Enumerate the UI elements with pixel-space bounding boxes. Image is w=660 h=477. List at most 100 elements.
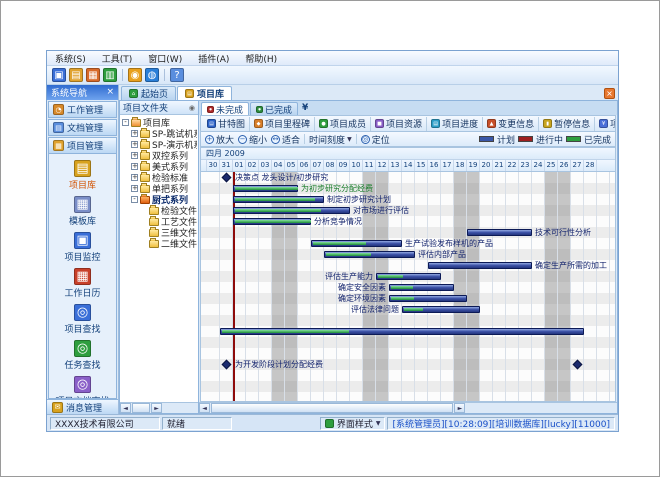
tree-expander-icon[interactable]: + xyxy=(131,152,138,159)
view-button[interactable]: ▲变更信息 xyxy=(483,117,539,131)
calendar-icon[interactable]: ▦ xyxy=(86,68,100,82)
view-button-label: 项目成员 xyxy=(330,117,366,130)
gantt-bar[interactable] xyxy=(233,218,311,225)
time-scale-label: 时间刻度 xyxy=(309,133,345,146)
document-tab[interactable]: ⌂起始页 xyxy=(121,86,176,100)
scroll-right-icon[interactable]: ► xyxy=(454,403,465,413)
close-tab-icon[interactable]: × xyxy=(604,88,615,99)
tree-expander-icon[interactable]: + xyxy=(131,185,138,192)
tree-scroll-thumb[interactable] xyxy=(132,403,150,413)
gantt-bar-progress xyxy=(326,253,371,256)
sidebar-item[interactable]: ▤项目库 xyxy=(69,160,96,191)
tree-expander-icon[interactable]: - xyxy=(131,196,138,203)
gantt-bar[interactable] xyxy=(428,262,532,269)
close-icon[interactable]: × xyxy=(106,88,114,97)
zoom-in-button[interactable]: + 放大 xyxy=(205,133,234,146)
day-cell: 22 xyxy=(506,160,519,171)
scroll-right-icon[interactable]: ► xyxy=(151,403,162,413)
window-icon[interactable]: ▣ xyxy=(52,68,66,82)
view-button[interactable]: ●项目成员 xyxy=(315,117,371,131)
gantt-bar[interactable] xyxy=(233,196,324,203)
chevron-down-icon: ▼ xyxy=(347,136,352,143)
view-button[interactable]: ■项目资源 xyxy=(371,117,427,131)
view-button[interactable]: ▤甘特图 xyxy=(203,117,250,131)
sidebar-item[interactable]: ◎项目查找 xyxy=(64,304,100,335)
gantt-bar-progress xyxy=(235,209,321,212)
view-button[interactable]: ¥项目预算 xyxy=(595,117,616,131)
fit-label: 适合 xyxy=(282,133,300,146)
sidebar-item[interactable]: ◎项目文档查找 xyxy=(55,376,109,399)
gantt-bar[interactable] xyxy=(233,207,350,214)
globe-icon[interactable]: ◍ xyxy=(145,68,159,82)
menu-item[interactable]: 工具(T) xyxy=(94,51,141,66)
gantt-bar[interactable] xyxy=(467,229,532,236)
gantt-scroll-thumb[interactable] xyxy=(211,403,453,413)
message-management-tab[interactable]: ✉ 消息管理 xyxy=(47,399,118,414)
day-cell: 28 xyxy=(584,160,597,171)
resource-icon: ■ xyxy=(375,119,384,128)
document-tab[interactable]: ▤项目库 xyxy=(177,86,232,100)
ready-text: 就绪 xyxy=(167,417,185,430)
pushpin-icon[interactable]: ◉ xyxy=(189,104,195,112)
tree-header: 项目文件夹 ◉ xyxy=(120,101,198,115)
scroll-left-icon[interactable]: ◄ xyxy=(120,403,131,413)
legend-label: 已完成 xyxy=(584,133,611,146)
nav-header: 系统导航 × xyxy=(47,85,118,100)
fit-button[interactable]: ↔ 适合 xyxy=(271,133,300,146)
day-cell: 24 xyxy=(532,160,545,171)
time-scale-dropdown[interactable]: 时间刻度 ▼ xyxy=(309,133,352,146)
tree-expander-icon[interactable]: + xyxy=(131,141,138,148)
template-icon: ▦ xyxy=(74,196,91,213)
tree-expander-icon[interactable]: + xyxy=(131,174,138,181)
view-button[interactable]: ◆项目里程碑 xyxy=(250,117,315,131)
scroll-left-icon[interactable]: ◄ xyxy=(199,403,210,413)
gantt-bar[interactable] xyxy=(324,251,415,258)
menu-item[interactable]: 系统(S) xyxy=(47,51,94,66)
filter-tab[interactable]: ●已完成 xyxy=(250,102,298,115)
pause-icon: ▮ xyxy=(543,119,552,128)
help-icon[interactable]: ? xyxy=(170,68,184,82)
sidebar-item[interactable]: ▣项目监控 xyxy=(64,232,100,263)
gantt-scrollbar[interactable]: ◄ ► xyxy=(199,402,617,413)
sidebar-item[interactable]: ◎任务查找 xyxy=(64,340,100,371)
sidebar-item[interactable]: ▦模板库 xyxy=(69,196,96,227)
sidebar-item-label: 工作日历 xyxy=(64,286,100,299)
filter-tab[interactable]: ●未完成 xyxy=(201,102,249,115)
view-button[interactable]: ▮暂停信息 xyxy=(539,117,595,131)
chart-icon[interactable]: ▥ xyxy=(103,68,117,82)
folder-icon xyxy=(140,174,150,182)
style-selector[interactable]: 界面样式 ▼ xyxy=(320,417,386,430)
tree-expander-icon[interactable]: + xyxy=(131,130,138,137)
menu-item[interactable]: 帮助(H) xyxy=(237,51,285,66)
day-cell: 10 xyxy=(350,160,363,171)
sidebar-item[interactable]: ▦工作日历 xyxy=(64,268,100,299)
currency-button[interactable]: ¥ xyxy=(302,103,308,113)
tree-expander-icon[interactable]: + xyxy=(131,163,138,170)
gantt-bar[interactable] xyxy=(402,306,480,313)
view-button[interactable]: ▤项目进度 xyxy=(427,117,483,131)
sidebar-group[interactable]: ◔工作管理 xyxy=(48,101,117,118)
tree-expander-icon[interactable]: - xyxy=(122,119,129,126)
folder-icon xyxy=(140,163,150,171)
sidebar-group[interactable]: ▤文档管理 xyxy=(48,119,117,136)
project-folder-panel: 项目文件夹 ◉ -项目库+SP-跳试机系+SP-演示机系+双控系列+美式系列+检… xyxy=(120,101,199,413)
sidebar-group[interactable]: ▦项目管理 xyxy=(48,137,117,154)
view-button-row: ▤甘特图◆项目里程碑●项目成员■项目资源▤项目进度▲变更信息▮暂停信息¥项目预算 xyxy=(200,115,616,132)
locate-button[interactable]: ◎ 定位 xyxy=(361,133,390,146)
gantt-bar[interactable] xyxy=(376,273,441,280)
tree-scrollbar[interactable]: ◄ ► xyxy=(120,402,198,413)
gantt-bar[interactable] xyxy=(389,284,454,291)
menu-item[interactable]: 插件(A) xyxy=(190,51,237,66)
day-cell: 20 xyxy=(480,160,493,171)
gantt-bar[interactable] xyxy=(389,295,467,302)
gantt-bar[interactable] xyxy=(220,328,584,335)
budget-icon: ¥ xyxy=(599,119,608,128)
zoom-out-button[interactable]: − 缩小 xyxy=(238,133,267,146)
folder-icon[interactable]: ▤ xyxy=(69,68,83,82)
menu-item[interactable]: 窗口(W) xyxy=(140,51,190,66)
tree-node[interactable]: 二维文件 xyxy=(121,238,197,249)
lock-icon[interactable]: ◉ xyxy=(128,68,142,82)
gantt-bar-progress xyxy=(391,297,414,300)
gantt-bar[interactable] xyxy=(233,185,298,192)
gantt-bar[interactable] xyxy=(311,240,402,247)
